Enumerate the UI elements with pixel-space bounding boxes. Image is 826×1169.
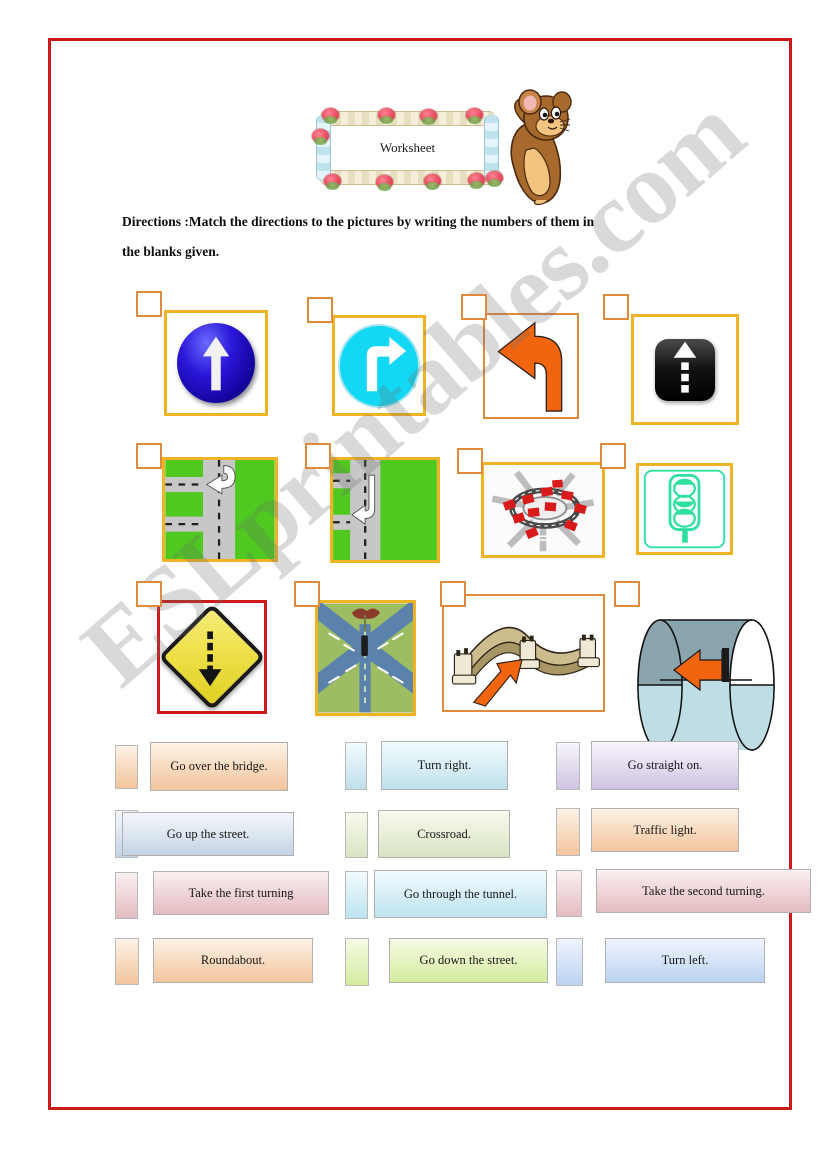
- rose-icon: [324, 174, 341, 190]
- picture-blank-6[interactable]: [305, 443, 331, 469]
- answer-blank-2[interactable]: [345, 742, 367, 790]
- answer-blank-10[interactable]: [115, 938, 139, 985]
- picture-blank-4[interactable]: [603, 294, 629, 320]
- answer-box-2[interactable]: Turn right.: [381, 741, 508, 790]
- answer-blank-7[interactable]: [115, 872, 138, 919]
- worksheet-page: Worksheet Directions:Match the directio…: [0, 0, 826, 1169]
- jerry-mouse-icon: [492, 88, 572, 206]
- answer-box-1[interactable]: Go over the bridge.: [150, 742, 288, 791]
- directions-line-1: Directions :Match the directions to the …: [122, 214, 595, 229]
- answer-box-6[interactable]: Traffic light.: [591, 808, 739, 852]
- answer-blank-5[interactable]: [345, 812, 368, 858]
- answer-box-7[interactable]: Take the first turning: [153, 871, 329, 915]
- picture-blank-5[interactable]: [136, 443, 162, 469]
- page-title: Worksheet: [379, 140, 436, 155]
- answer-box-12[interactable]: Turn left.: [605, 938, 765, 983]
- answer-blank-3[interactable]: [556, 742, 580, 790]
- answer-blank-1[interactable]: [115, 745, 138, 789]
- rose-icon: [322, 108, 339, 124]
- answer-blank-8[interactable]: [345, 871, 368, 919]
- answer-box-3[interactable]: Go straight on.: [591, 741, 739, 790]
- answer-box-11[interactable]: Go down the street.: [389, 938, 548, 983]
- answer-blank-11[interactable]: [345, 938, 369, 986]
- rose-icon: [420, 109, 437, 125]
- answer-blank-12[interactable]: [556, 938, 583, 986]
- answer-blank-6[interactable]: [556, 808, 580, 856]
- answer-box-9[interactable]: Take the second turning.: [596, 869, 811, 913]
- rose-icon: [376, 175, 393, 191]
- title-frame: Worksheet: [305, 100, 510, 196]
- picture-blank-7[interactable]: [457, 448, 483, 474]
- answer-box-10[interactable]: Roundabout.: [153, 938, 313, 983]
- picture-blank-1[interactable]: [136, 291, 162, 317]
- rose-icon: [424, 174, 441, 190]
- answer-box-5[interactable]: Crossroad.: [378, 810, 510, 858]
- directions-line-2: the blanks given.: [122, 243, 220, 259]
- picture-blank-11[interactable]: [440, 581, 466, 607]
- rose-icon: [378, 108, 395, 124]
- picture-blank-8[interactable]: [600, 443, 626, 469]
- answer-blank-9[interactable]: [556, 870, 582, 917]
- rose-icon: [468, 173, 485, 189]
- picture-blank-2[interactable]: [307, 297, 333, 323]
- answer-box-4[interactable]: Go up the street.: [122, 812, 294, 856]
- directions-text: Directions :Match the directions to the …: [122, 207, 722, 266]
- picture-blank-12[interactable]: [614, 581, 640, 607]
- rose-icon: [466, 108, 483, 124]
- picture-blank-9[interactable]: [136, 581, 162, 607]
- answer-box-8[interactable]: Go through the tunnel.: [374, 870, 547, 918]
- picture-blank-3[interactable]: [461, 294, 487, 320]
- picture-blank-10[interactable]: [294, 581, 320, 607]
